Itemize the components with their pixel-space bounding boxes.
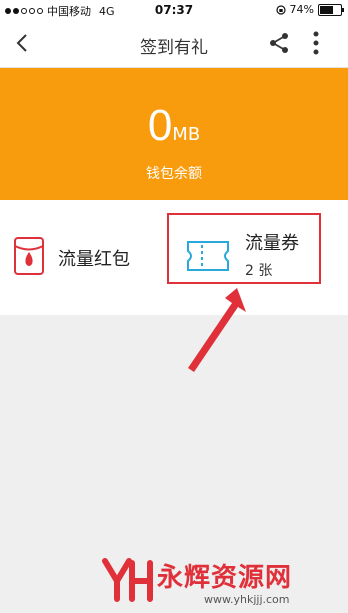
watermark-logo-icon: [102, 558, 153, 602]
wallet-amount: 0MB: [0, 101, 348, 151]
voucher-label: 流量券: [245, 233, 299, 254]
watermark-title: 永辉资源网: [157, 563, 293, 593]
orientation-lock-icon: [275, 4, 286, 15]
reward-cards: 流量红包 流量券 2 张: [0, 200, 348, 315]
voucher-count: 2 张: [245, 263, 273, 279]
watermark: 永辉资源网 www.yhkjjj.com: [102, 555, 342, 610]
battery-icon: [318, 3, 344, 16]
watermark-url: www.yhkjjj.com: [204, 593, 290, 606]
status-bar: 中国移动 4G 07:37 74%: [0, 0, 348, 20]
wallet-amount-unit: MB: [172, 124, 201, 145]
status-right: 74%: [275, 3, 344, 16]
ticket-icon: [187, 241, 229, 271]
red-packet-label: 流量红包: [58, 249, 130, 270]
more-options-icon[interactable]: [308, 30, 324, 56]
battery-percent: 74%: [289, 3, 314, 16]
wallet-balance-panel: 0MB 钱包余额: [0, 68, 348, 200]
wallet-balance-label: 钱包余额: [146, 166, 202, 182]
wallet-amount-value: 0: [147, 101, 173, 150]
nav-bar: 签到有礼: [0, 20, 348, 68]
red-packet-icon: [14, 237, 44, 275]
annotation-arrow-icon: [188, 288, 246, 372]
share-icon[interactable]: [268, 32, 290, 54]
red-packet-card[interactable]: 流量红包: [0, 200, 170, 315]
page-title: 签到有礼: [140, 38, 208, 58]
